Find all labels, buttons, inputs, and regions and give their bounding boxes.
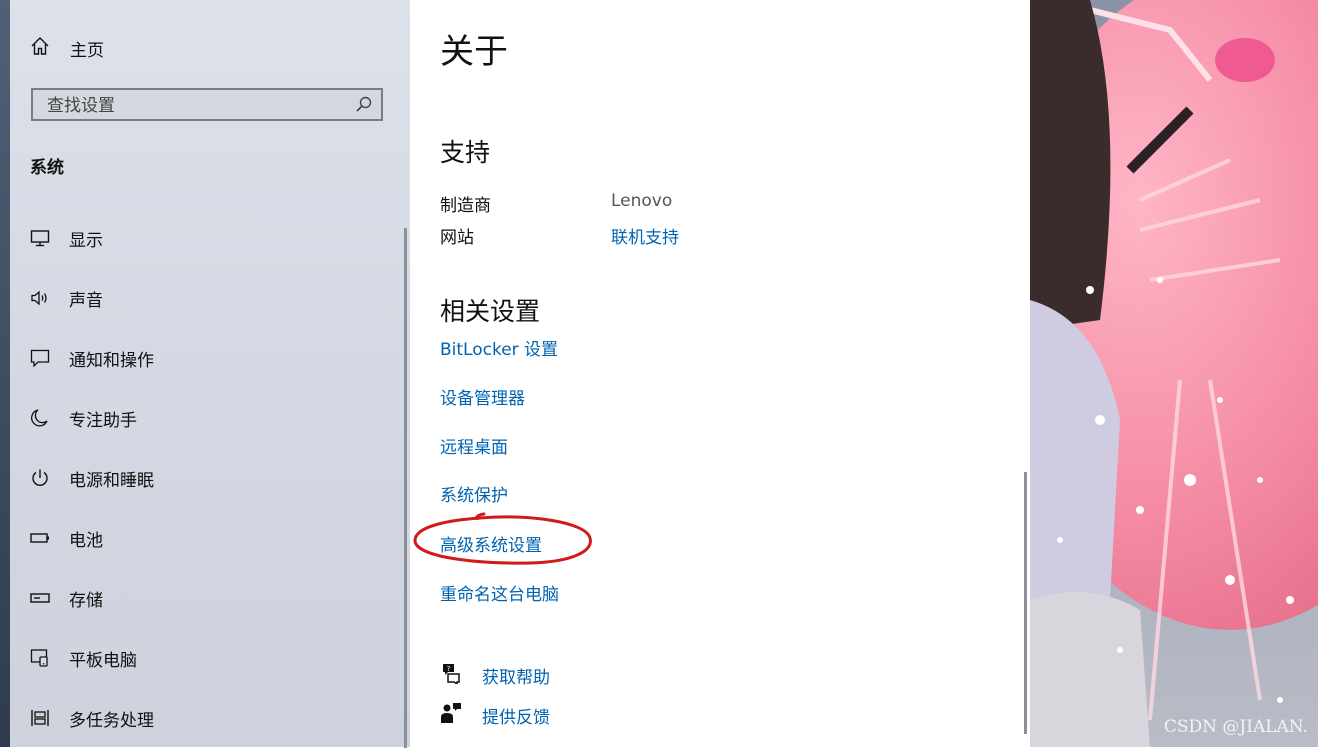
help-chat-icon: ? <box>440 662 462 688</box>
red-annotation-circle <box>413 512 592 565</box>
sidebar-item-display[interactable]: 显示 <box>30 223 390 253</box>
battery-icon <box>30 528 50 548</box>
sidebar-item-power-sleep[interactable]: 电源和睡眠 <box>30 463 390 493</box>
get-help-link[interactable]: 获取帮助 <box>482 663 550 688</box>
content-scrollbar[interactable] <box>1024 472 1027 734</box>
online-support-link[interactable]: 联机支持 <box>611 223 679 248</box>
section-title-system: 系统 <box>30 158 64 178</box>
advanced-system-settings-link[interactable]: 高级系统设置 <box>440 531 542 556</box>
desktop-wallpaper: CSDN @JIALAN. <box>1030 0 1318 747</box>
sidebar-item-sound[interactable]: 声音 <box>30 283 390 313</box>
sidebar-item-label: 声音 <box>69 290 103 311</box>
storage-icon <box>30 588 50 608</box>
notification-icon <box>30 348 50 368</box>
sidebar-item-label: 平板电脑 <box>69 650 137 671</box>
sidebar-item-multitasking[interactable]: 多任务处理 <box>30 703 390 733</box>
remote-desktop-link[interactable]: 远程桌面 <box>440 433 508 458</box>
system-protection-link[interactable]: 系统保护 <box>440 481 508 506</box>
display-icon <box>30 228 50 248</box>
related-settings-heading: 相关设置 <box>440 297 541 326</box>
sidebar-item-label: 显示 <box>69 230 103 251</box>
moon-icon <box>30 408 50 428</box>
device-manager-link[interactable]: 设备管理器 <box>440 384 525 409</box>
tablet-icon <box>30 648 50 668</box>
search-box[interactable] <box>31 88 383 121</box>
sidebar-item-battery[interactable]: 电池 <box>30 523 390 553</box>
rename-pc-link[interactable]: 重命名这台电脑 <box>440 580 559 605</box>
sidebar-item-label: 多任务处理 <box>69 710 154 731</box>
sidebar-scrollbar[interactable] <box>404 228 407 748</box>
sidebar-item-focus-assist[interactable]: 专注助手 <box>30 403 390 433</box>
page-title: 关于 <box>440 32 508 72</box>
search-icon[interactable] <box>355 95 373 117</box>
home-icon <box>30 36 50 60</box>
sidebar-item-tablet[interactable]: 平板电脑 <box>30 643 390 673</box>
settings-navigation-pane: 主页 系统 显示 声音 通知和操作 专注助手 电源和睡眠 <box>0 0 410 748</box>
csdn-watermark: CSDN @JIALAN. <box>1163 717 1308 737</box>
sidebar-item-label: 电源和睡眠 <box>69 470 154 491</box>
about-page: 关于 支持 制造商 Lenovo 网站 联机支持 相关设置 BitLocker … <box>410 0 1030 747</box>
sidebar-item-storage[interactable]: 存储 <box>30 583 390 613</box>
bitlocker-settings-link[interactable]: BitLocker 设置 <box>440 335 558 360</box>
nav-home-label: 主页 <box>70 40 104 61</box>
manufacturer-label: 制造商 <box>440 196 491 216</box>
support-heading: 支持 <box>440 138 491 167</box>
nav-home[interactable]: 主页 <box>30 33 104 63</box>
sidebar-item-label: 电池 <box>69 530 103 551</box>
sidebar-item-notifications[interactable]: 通知和操作 <box>30 343 390 373</box>
wallpaper-illustration <box>1030 0 1318 747</box>
svg-text:?: ? <box>447 665 451 673</box>
sidebar-item-label: 专注助手 <box>69 410 137 431</box>
sidebar-item-label: 存储 <box>69 590 103 611</box>
sidebar-item-label: 通知和操作 <box>69 350 154 371</box>
website-label: 网站 <box>440 228 474 248</box>
feedback-icon <box>440 702 462 728</box>
feedback-row[interactable]: 提供反馈 <box>440 702 550 728</box>
speaker-icon <box>30 288 50 308</box>
manufacturer-value: Lenovo <box>611 191 673 211</box>
feedback-link[interactable]: 提供反馈 <box>482 703 550 728</box>
get-help-row[interactable]: ? 获取帮助 <box>440 662 550 688</box>
power-icon <box>30 468 50 488</box>
multitask-icon <box>30 708 50 728</box>
search-input[interactable] <box>45 94 349 118</box>
